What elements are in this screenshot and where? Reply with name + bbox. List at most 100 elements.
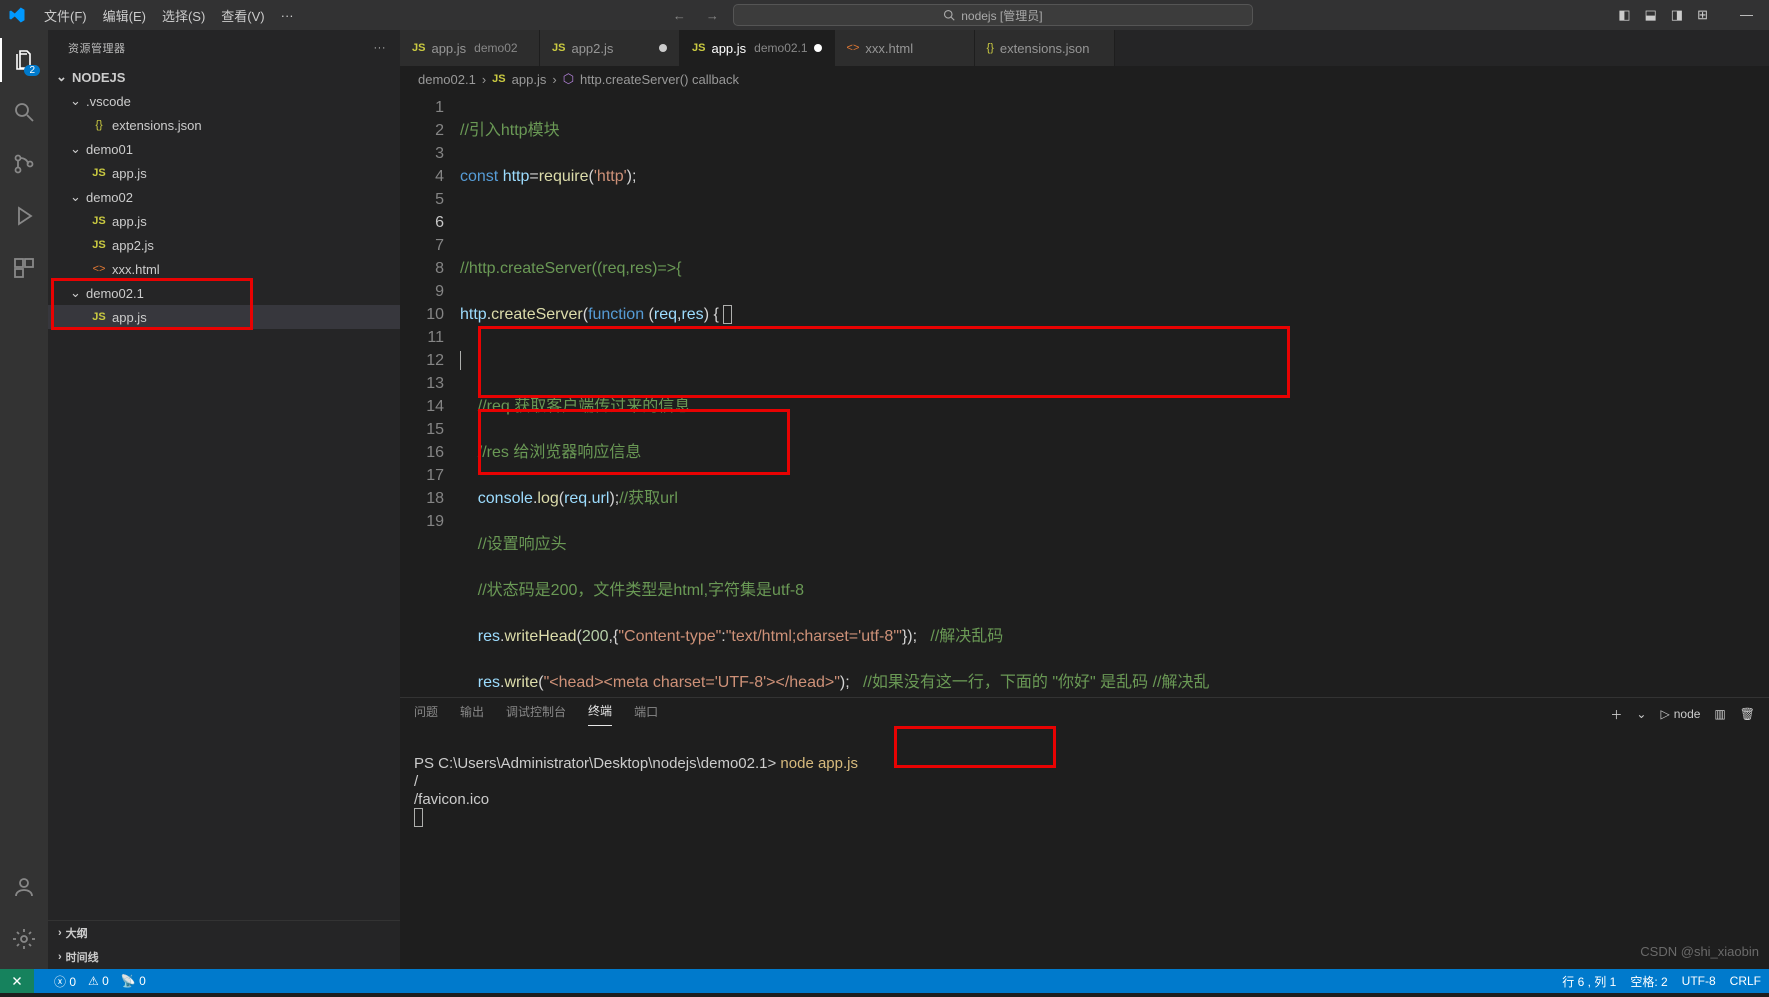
layout-sidebar-right-icon[interactable]: ◨ <box>1671 7 1683 23</box>
section-label: 大纲 <box>66 925 88 941</box>
file-label: extensions.json <box>112 118 202 133</box>
chevron-down-icon[interactable]: ⌄ <box>1636 707 1646 721</box>
line-number: 1 <box>400 96 444 119</box>
section-timeline[interactable]: ›时间线 <box>48 945 400 969</box>
folder-label: demo02 <box>86 190 133 205</box>
file-label: xxx.html <box>112 262 160 277</box>
section-outline[interactable]: ›大纲 <box>48 921 400 945</box>
status-encoding[interactable]: UTF-8 <box>1682 974 1716 988</box>
terminal-new-icon[interactable]: ＋ <box>1610 706 1622 723</box>
breadcrumb-segment[interactable]: app.js <box>512 72 547 87</box>
search-placeholder: nodejs [管理员] <box>961 7 1042 24</box>
terminal-body[interactable]: PS C:\Users\Administrator\Desktop\nodejs… <box>400 730 1769 969</box>
line-number: 2 <box>400 119 444 142</box>
folder-demo021[interactable]: ⌄demo02.1 <box>48 281 400 305</box>
status-errors[interactable]: ⓧ 0 <box>54 973 76 990</box>
menu-more[interactable]: ··· <box>273 8 302 23</box>
folder-demo01[interactable]: ⌄demo01 <box>48 137 400 161</box>
menu-file[interactable]: 文件(F) <box>36 6 95 25</box>
nav-back-icon[interactable]: ← <box>667 8 692 23</box>
terminal-kill-icon[interactable]: 🗑 <box>1740 707 1755 721</box>
terminal-shell-icon[interactable]: ▷node <box>1660 707 1700 721</box>
terminal-panel: 问题 输出 调试控制台 终端 端口 ＋ ⌄ ▷node ▥ 🗑 PS C:\Use… <box>400 697 1769 969</box>
activity-debug-icon[interactable] <box>0 194 48 238</box>
layout-sidebar-left-icon[interactable]: ◧ <box>1618 7 1630 23</box>
remote-indicator-icon[interactable] <box>0 969 34 993</box>
status-warnings[interactable]: ⚠ 0 <box>88 974 109 988</box>
tab-label: extensions.json <box>1000 41 1090 56</box>
line-number: 10 <box>400 303 444 326</box>
menu-select[interactable]: 选择(S) <box>154 6 213 25</box>
folder-demo02[interactable]: ⌄demo02 <box>48 185 400 209</box>
file-demo02-xxxhtml[interactable]: <> xxx.html <box>48 257 400 281</box>
window-minimize-icon[interactable]: — <box>1740 7 1753 23</box>
js-icon: JS <box>90 311 108 323</box>
file-demo02-app2js[interactable]: JSapp2.js <box>48 233 400 257</box>
titlebar: 文件(F) 编辑(E) 选择(S) 查看(V) ··· ← → nodejs [… <box>0 0 1769 30</box>
json-icon: {} <box>987 42 994 54</box>
panel-tab-terminal[interactable]: 终端 <box>588 702 612 726</box>
js-icon: JS <box>492 73 505 85</box>
terminal-split-icon[interactable]: ▥ <box>1714 707 1725 721</box>
file-demo02-appjs[interactable]: JS app.js <box>48 209 400 233</box>
vscode-logo-icon <box>8 6 26 24</box>
status-spaces[interactable]: 空格: 2 <box>1630 973 1667 990</box>
panel-tab-problems[interactable]: 问题 <box>414 703 438 726</box>
folder-vscode[interactable]: ⌄.vscode <box>48 89 400 113</box>
explorer-badge: 2 <box>24 65 40 76</box>
panel-tab-ports[interactable]: 端口 <box>634 703 658 726</box>
menu-view[interactable]: 查看(V) <box>213 6 272 25</box>
watermark: CSDN @shi_xiaobin <box>1640 944 1759 959</box>
file-label: app.js <box>112 214 147 229</box>
terminal-output-line: /favicon.ico <box>414 791 489 808</box>
line-number: 7 <box>400 234 444 257</box>
explorer-title: 资源管理器 <box>68 40 126 56</box>
activity-account-icon[interactable] <box>0 865 48 909</box>
line-number: 16 <box>400 441 444 464</box>
menu-edit[interactable]: 编辑(E) <box>95 6 154 25</box>
tab-extensions-json[interactable]: {} extensions.json <box>975 30 1115 66</box>
activity-settings-icon[interactable] <box>0 917 48 961</box>
panel-tab-debug[interactable]: 调试控制台 <box>506 703 566 726</box>
activity-explorer-icon[interactable]: 2 <box>0 38 48 82</box>
tab-appjs-demo02[interactable]: JSapp.jsdemo02 <box>400 30 540 66</box>
layout-customize-icon[interactable]: ⊞ <box>1697 7 1708 23</box>
js-icon: JS <box>412 42 425 54</box>
json-icon: {} <box>90 119 108 131</box>
activity-extensions-icon[interactable] <box>0 246 48 290</box>
panel-tab-output[interactable]: 输出 <box>460 703 484 726</box>
editor-tabs: JSapp.jsdemo02 JSapp2.js JSapp.jsdemo02.… <box>400 30 1769 66</box>
explorer-more-icon[interactable]: ··· <box>374 42 387 54</box>
tab-appjs-demo021[interactable]: JSapp.jsdemo02.1 <box>680 30 835 66</box>
html-icon: <> <box>90 263 108 275</box>
breadcrumb-segment[interactable]: demo02.1 <box>418 72 476 87</box>
section-label: 时间线 <box>66 949 99 965</box>
code-content[interactable]: //引入http模块 const http=require('http'); /… <box>460 92 1769 697</box>
tab-xxxhtml[interactable]: <>xxx.html <box>835 30 975 66</box>
folder-label: demo02.1 <box>86 286 144 301</box>
js-icon: JS <box>90 215 108 227</box>
activity-scm-icon[interactable] <box>0 142 48 186</box>
command-center[interactable]: nodejs [管理员] <box>733 4 1253 26</box>
status-line-col[interactable]: 行 6 , 列 1 <box>1562 973 1616 990</box>
status-ports[interactable]: 📡 0 <box>121 974 146 988</box>
tab-label: app.js <box>711 41 746 56</box>
code-editor[interactable]: 1 2 3 4 5 6 7 8 9 10 11 12 13 14 15 16 1… <box>400 92 1769 697</box>
breadcrumb[interactable]: demo02.1› JS app.js› ⬡ http.createServer… <box>400 66 1769 92</box>
tab-label: app.js <box>431 41 466 56</box>
html-icon: <> <box>847 42 860 54</box>
layout-panel-icon[interactable]: ⬓ <box>1645 7 1657 23</box>
activity-search-icon[interactable] <box>0 90 48 134</box>
line-number: 4 <box>400 165 444 188</box>
folder-label: demo01 <box>86 142 133 157</box>
js-icon: JS <box>90 239 108 251</box>
tree-root[interactable]: ⌄NODEJS <box>48 65 400 89</box>
status-eol[interactable]: CRLF <box>1730 974 1761 988</box>
breadcrumb-segment[interactable]: http.createServer() callback <box>580 72 739 87</box>
file-demo01-appjs[interactable]: JSapp.js <box>48 161 400 185</box>
nav-forward-icon[interactable]: → <box>700 8 725 23</box>
tab-app2js[interactable]: JSapp2.js <box>540 30 680 66</box>
file-extensions-json[interactable]: {} extensions.json <box>48 113 400 137</box>
file-demo021-appjs[interactable]: JSapp.js <box>48 305 400 329</box>
editor-area: JSapp.jsdemo02 JSapp2.js JSapp.jsdemo02.… <box>400 30 1769 969</box>
